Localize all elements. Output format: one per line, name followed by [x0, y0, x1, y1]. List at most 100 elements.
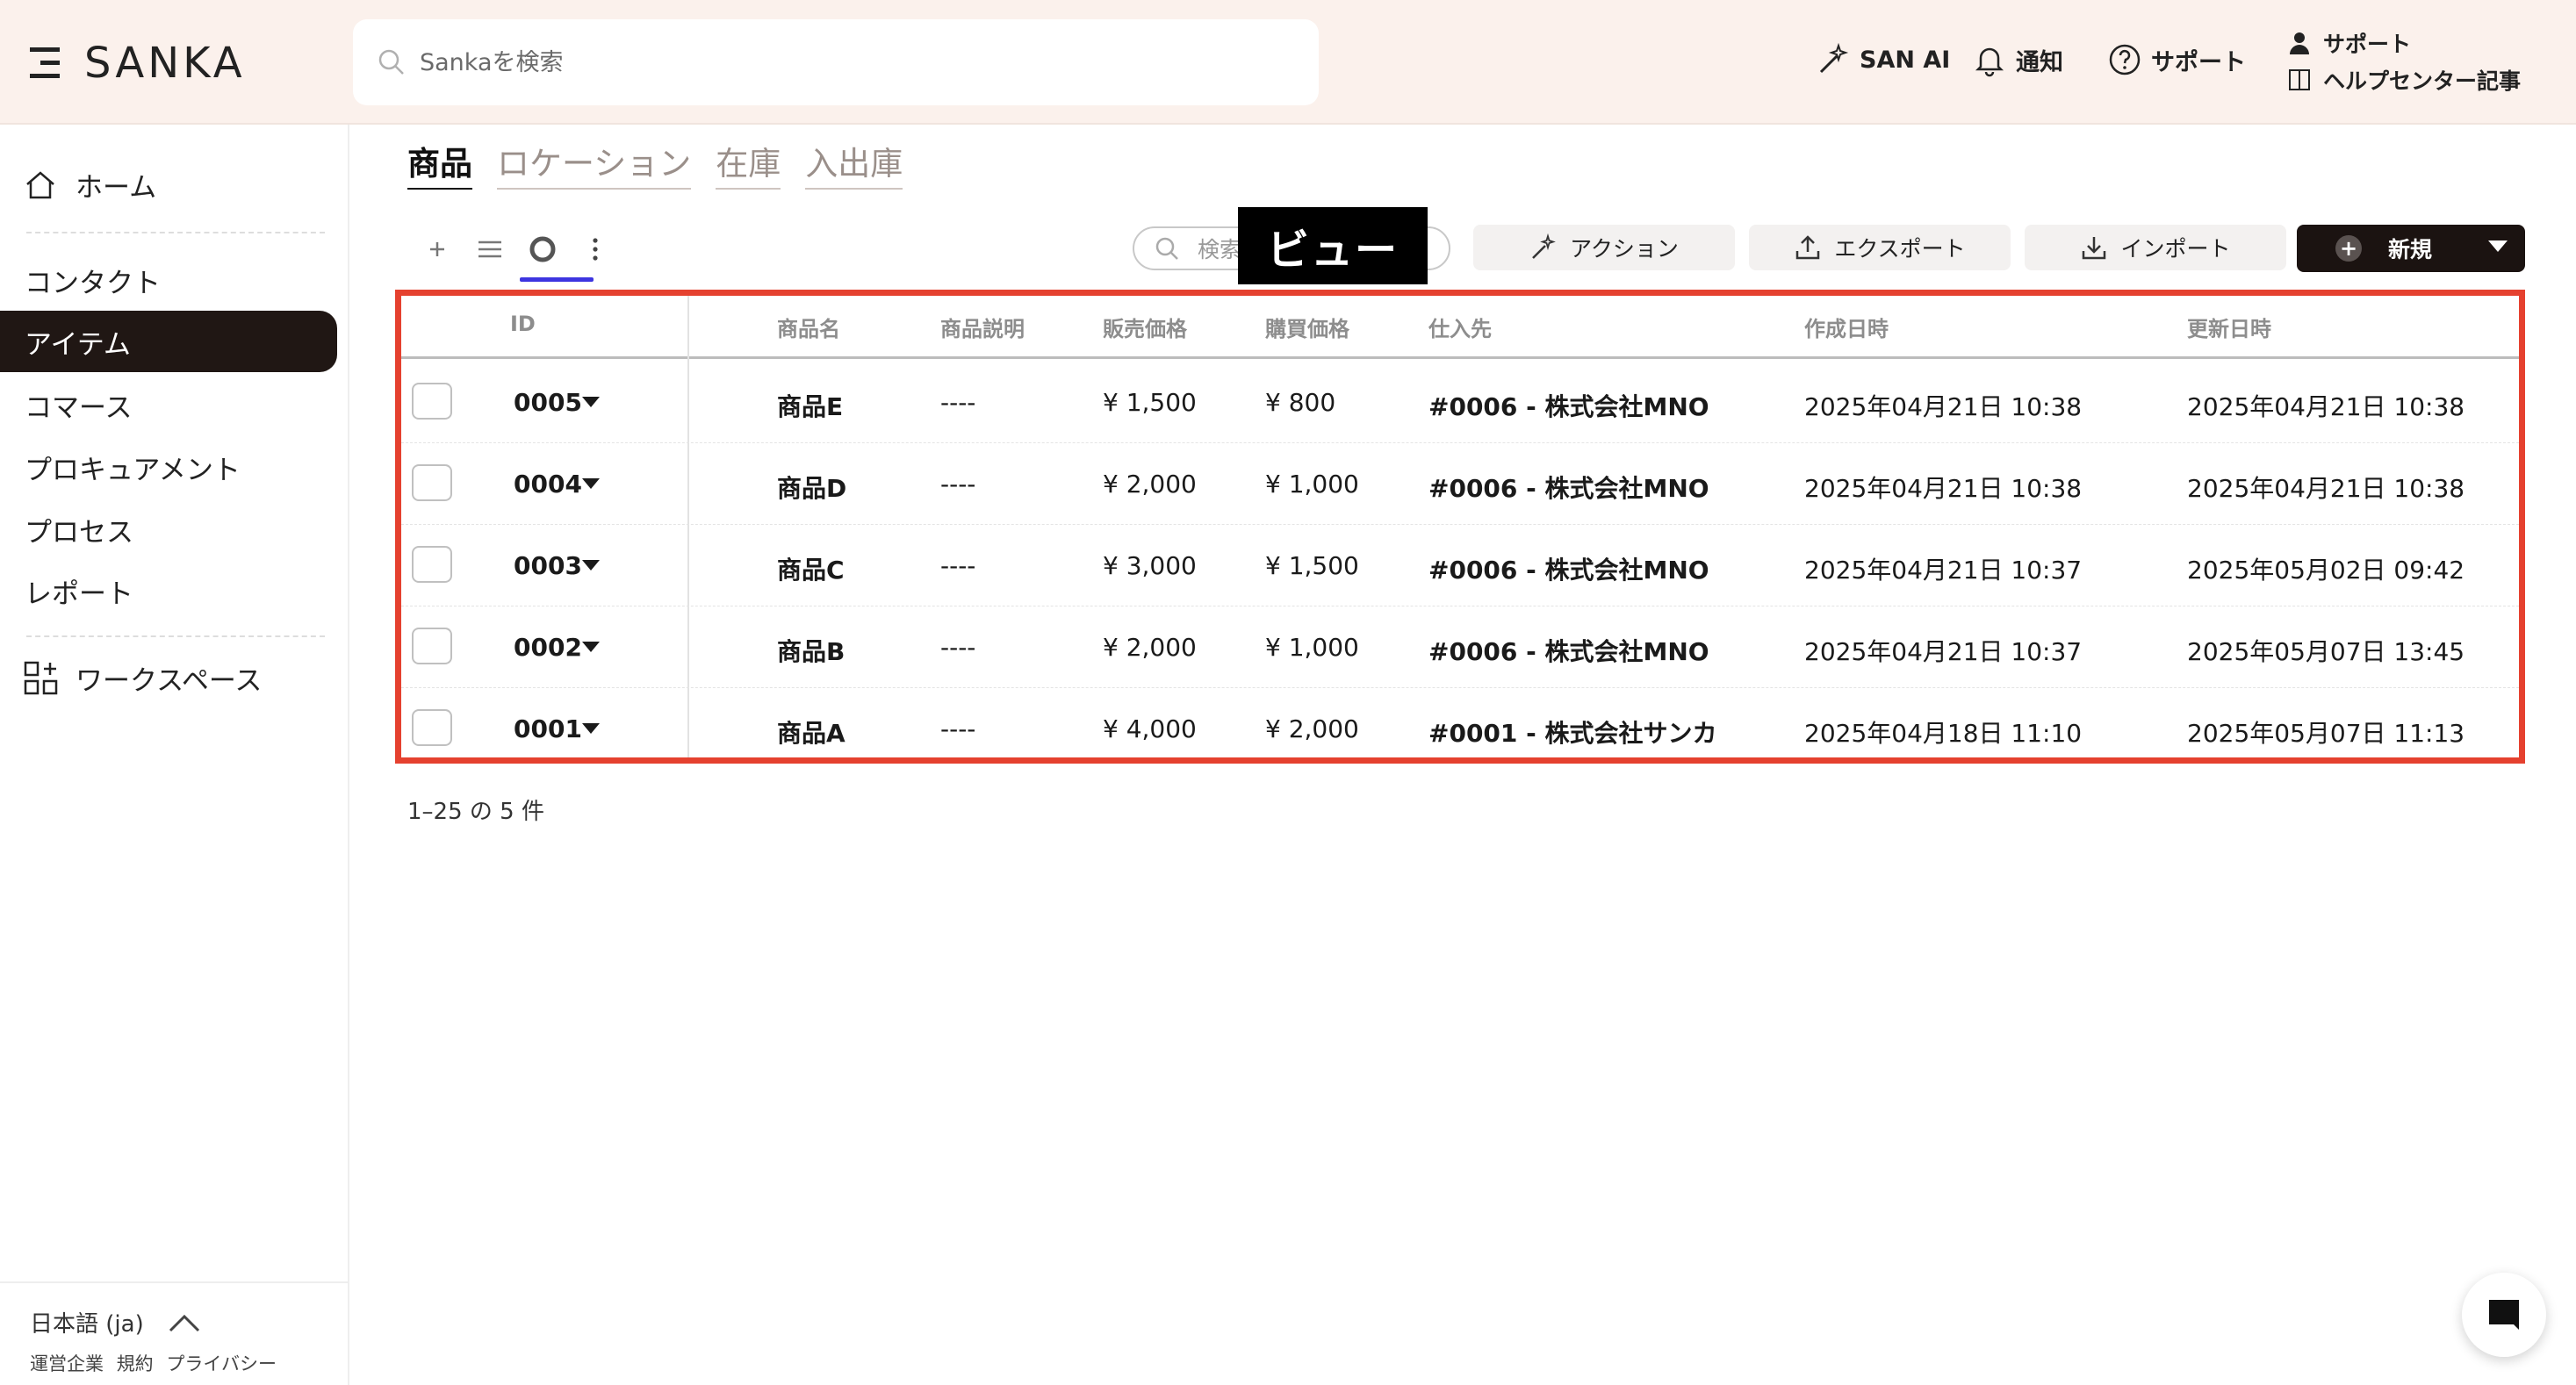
chat-bubble-icon: [2489, 1300, 2519, 1330]
list-icon: [479, 240, 501, 258]
support-panel[interactable]: サポート ヘルプセンター記事: [2286, 25, 2550, 98]
cell-sale-price: ¥ 2,000: [1103, 633, 1197, 662]
new-label: 新規: [2388, 237, 2433, 262]
view-selector-button[interactable]: [523, 230, 562, 269]
san-ai-label: SAN AI: [1860, 46, 1951, 74]
pagination-summary: 1–25 の 5 件: [407, 799, 544, 825]
menu-logo-icon: [30, 47, 60, 78]
cell-updated: 2025年05月07日 11:13: [2187, 719, 2465, 748]
column-header-updated[interactable]: 更新日時: [2187, 312, 2271, 342]
table-row[interactable]: 0003 商品C ---- ¥ 3,000 ¥ 1,500 #0006 - 株式…: [401, 525, 2519, 606]
sidebar-item-report[interactable]: レポート: [0, 560, 337, 621]
column-header-id[interactable]: ID: [510, 312, 536, 336]
tab-transactions[interactable]: 入出庫: [805, 137, 903, 190]
search-icon: [1155, 237, 1178, 260]
column-header-created[interactable]: 作成日時: [1804, 312, 1889, 342]
cell-updated: 2025年04月21日 10:38: [2187, 392, 2465, 421]
cell-sale-price: ¥ 3,000: [1103, 551, 1197, 580]
sidebar-item-procurement[interactable]: プロキュアメント: [0, 436, 337, 498]
logo[interactable]: SANKA: [30, 39, 246, 88]
cell-description: ----: [940, 551, 976, 580]
global-search-input[interactable]: [420, 48, 1210, 76]
notifications-button[interactable]: 通知: [1972, 42, 2063, 77]
new-record-button[interactable]: + 新規: [2297, 225, 2525, 272]
caret-down-icon[interactable]: [2488, 240, 2508, 252]
caret-down-icon[interactable]: [582, 560, 600, 571]
cell-id[interactable]: 0005: [514, 388, 582, 417]
table-row[interactable]: 0005 商品E ---- ¥ 1,500 ¥ 800 #0006 - 株式会社…: [401, 362, 2519, 443]
cell-updated: 2025年05月02日 09:42: [2187, 556, 2465, 585]
tab-inventory[interactable]: 在庫: [716, 137, 781, 190]
footer-link-company[interactable]: 運営企業: [30, 1353, 104, 1374]
top-header: SANKA SAN AI 通知 サポート: [0, 0, 2576, 125]
cell-description: ----: [940, 633, 976, 662]
row-checkbox[interactable]: [412, 464, 452, 501]
tab-locations[interactable]: ロケーション: [497, 137, 692, 190]
cell-id[interactable]: 0004: [514, 470, 582, 499]
import-button[interactable]: インポート: [2025, 225, 2286, 270]
cell-supplier[interactable]: #0006 - 株式会社MNO: [1428, 633, 1709, 668]
sidebar-home-label: ホーム: [76, 172, 157, 204]
export-button[interactable]: エクスポート: [1749, 225, 2011, 270]
column-header-supplier[interactable]: 仕入先: [1428, 312, 1492, 342]
cell-supplier[interactable]: #0001 - 株式会社サンカ: [1428, 714, 1717, 750]
table-row[interactable]: 0004 商品D ---- ¥ 2,000 ¥ 1,000 #0006 - 株式…: [401, 443, 2519, 525]
cell-supplier[interactable]: #0006 - 株式会社MNO: [1428, 551, 1709, 586]
caret-down-icon[interactable]: [582, 397, 600, 407]
help-center-link[interactable]: ヘルプセンター記事: [2286, 61, 2550, 98]
more-options-button[interactable]: [576, 230, 615, 269]
view-tools: [418, 230, 629, 269]
cell-supplier[interactable]: #0006 - 株式会社MNO: [1428, 388, 1709, 423]
notifications-label: 通知: [2016, 48, 2063, 76]
sidebar-item-contact[interactable]: コンタクト: [0, 249, 337, 311]
action-button[interactable]: アクション: [1473, 225, 1735, 270]
column-header-name[interactable]: 商品名: [777, 312, 840, 342]
object-tabs: 商品 ロケーション 在庫 入出庫: [407, 137, 927, 190]
magic-wand-icon: [1819, 42, 1849, 74]
sidebar-item-commerce[interactable]: コマース: [0, 374, 337, 435]
global-search[interactable]: [353, 19, 1319, 105]
row-checkbox[interactable]: [412, 628, 452, 664]
support-label: サポート: [2151, 48, 2246, 76]
language-selector[interactable]: 日本語 (ja): [30, 1306, 202, 1338]
divider: [26, 232, 325, 233]
divider: [0, 1281, 348, 1283]
cell-purchase-price: ¥ 800: [1265, 388, 1336, 417]
row-checkbox[interactable]: [412, 546, 452, 583]
sidebar-item-home[interactable]: ホーム: [23, 165, 156, 205]
cell-description: ----: [940, 714, 976, 743]
caret-down-icon[interactable]: [582, 642, 600, 652]
sidebar-item-process[interactable]: プロセス: [0, 499, 337, 560]
row-checkbox[interactable]: [412, 383, 452, 420]
support-person-link[interactable]: サポート: [2286, 25, 2550, 61]
footer-link-terms[interactable]: 規約: [117, 1353, 154, 1374]
cell-supplier[interactable]: #0006 - 株式会社MNO: [1428, 470, 1709, 505]
list-view-button[interactable]: [471, 230, 509, 269]
column-header-sale-price[interactable]: 販売価格: [1103, 312, 1187, 342]
table-row[interactable]: 0002 商品B ---- ¥ 2,000 ¥ 1,000 #0006 - 株式…: [401, 606, 2519, 688]
help-circle-icon: [2109, 44, 2141, 75]
column-header-description[interactable]: 商品説明: [940, 312, 1025, 342]
chat-widget-button[interactable]: [2462, 1273, 2546, 1357]
row-checkbox[interactable]: [412, 709, 452, 746]
cell-updated: 2025年04月21日 10:38: [2187, 474, 2465, 503]
home-icon: [26, 170, 54, 198]
tab-products[interactable]: 商品: [407, 137, 472, 190]
add-view-button[interactable]: [418, 230, 457, 269]
bell-icon: [1975, 47, 2004, 77]
sidebar-item-label: アイテム: [25, 328, 131, 361]
caret-down-icon[interactable]: [582, 723, 600, 734]
san-ai-button[interactable]: SAN AI: [1816, 42, 1950, 77]
cell-updated: 2025年05月07日 13:45: [2187, 637, 2465, 666]
sidebar-item-workspace[interactable]: ワークスペース: [23, 658, 262, 698]
cell-id[interactable]: 0002: [514, 633, 582, 662]
cell-id[interactable]: 0003: [514, 551, 582, 580]
column-header-purchase-price[interactable]: 購買価格: [1265, 312, 1349, 342]
sidebar-item-items[interactable]: アイテム: [0, 311, 337, 372]
cell-id[interactable]: 0001: [514, 714, 582, 743]
sidebar-item-label: コマース: [25, 391, 133, 424]
footer-link-privacy[interactable]: プライバシー: [166, 1353, 277, 1374]
table-row[interactable]: 0001 商品A ---- ¥ 4,000 ¥ 2,000 #0001 - 株式…: [401, 688, 2519, 770]
caret-down-icon[interactable]: [582, 478, 600, 489]
support-button[interactable]: サポート: [2107, 42, 2246, 77]
